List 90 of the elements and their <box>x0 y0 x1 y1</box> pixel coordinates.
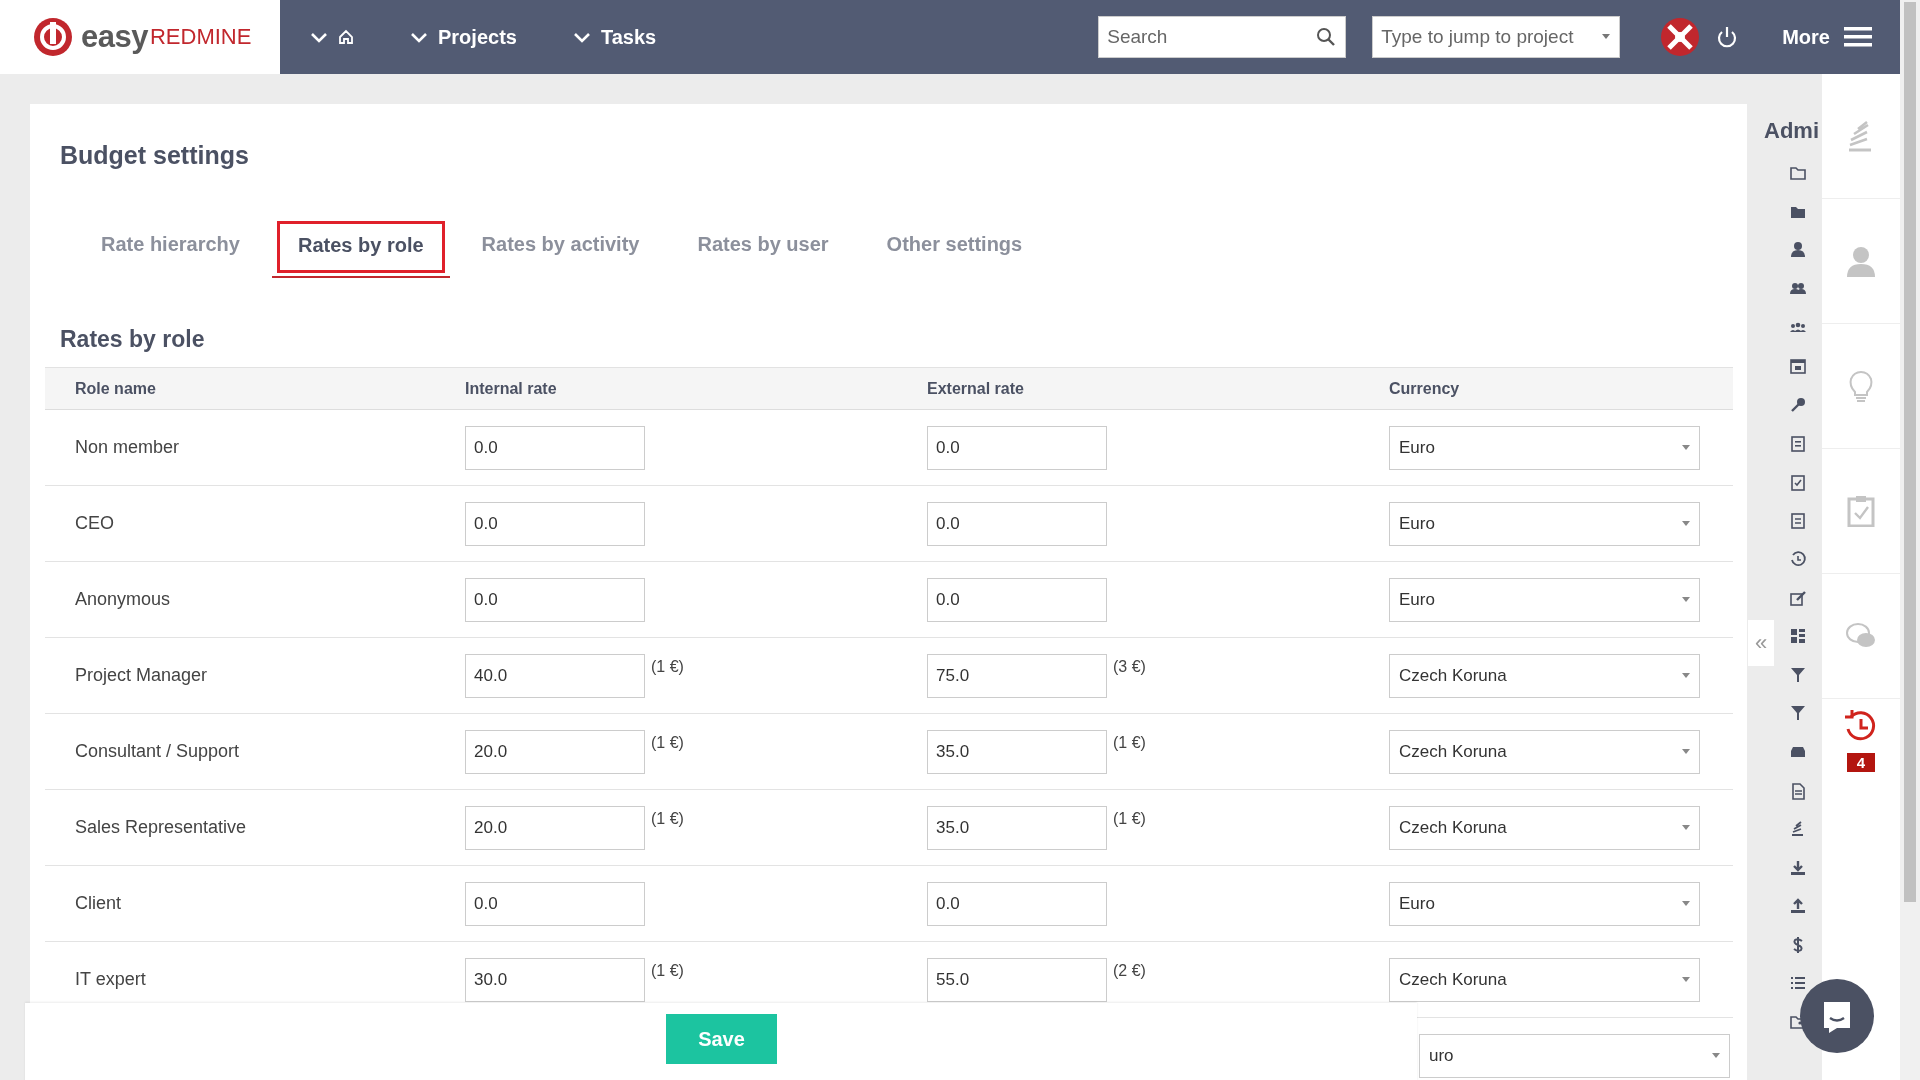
rate-input[interactable]: 0.0 <box>927 501 1107 546</box>
currency-select[interactable]: Euro <box>1389 501 1700 546</box>
rate-input[interactable]: 35.0 <box>927 805 1107 850</box>
upload-icon[interactable] <box>1789 897 1807 916</box>
edit-icon[interactable] <box>1789 588 1807 607</box>
table-cell: Anonymous <box>75 589 171 610</box>
notification-badge: 4 <box>1846 753 1876 772</box>
home-icon[interactable] <box>338 29 354 45</box>
caret-down-icon <box>1682 825 1690 830</box>
rate-note: (1 €) <box>1113 809 1146 828</box>
rate-input[interactable]: 0.0 <box>465 425 645 470</box>
tab[interactable]: Rates by role <box>271 216 450 278</box>
user-icon[interactable] <box>1789 241 1807 260</box>
history-icon[interactable] <box>1789 549 1807 568</box>
filter-icon[interactable] <box>1789 665 1807 684</box>
rate-input[interactable]: 20.0 <box>465 805 645 850</box>
more-menu[interactable]: More <box>1782 25 1830 49</box>
logo-icon <box>33 17 73 57</box>
checklist-icon[interactable] <box>1789 511 1807 530</box>
nav-link[interactable]: Tasks <box>600 25 657 49</box>
logo-brand: REDMINE <box>149 24 252 50</box>
column-header: External rate <box>927 379 1024 398</box>
table-cell: CEO <box>75 513 114 534</box>
currency-select[interactable]: uro <box>1419 1033 1730 1078</box>
caret-down-icon <box>1682 901 1690 906</box>
rate-input[interactable]: 75.0 <box>927 653 1107 698</box>
column-header: Internal rate <box>465 379 557 398</box>
key-icon[interactable] <box>1789 395 1807 414</box>
currency-select[interactable]: Czech Koruna <box>1389 805 1700 850</box>
rate-input[interactable]: 35.0 <box>927 729 1107 774</box>
caret-down-icon <box>1712 1053 1720 1058</box>
table-cell: IT expert <box>75 969 146 990</box>
document-icon[interactable] <box>1789 781 1807 800</box>
rate-note: (1 €) <box>651 657 684 676</box>
rate-input[interactable]: 55.0 <box>927 957 1107 1002</box>
table-cell: Consultant / Support <box>75 741 240 762</box>
avatar-icon[interactable] <box>1660 17 1701 57</box>
page-title: Budget settings <box>59 140 250 170</box>
currency-select[interactable]: Czech Koruna <box>1389 957 1700 1002</box>
caret-down-icon <box>1602 34 1611 40</box>
column-header: Role name <box>75 379 156 398</box>
currency-select[interactable]: Euro <box>1389 577 1700 622</box>
column-header: Currency <box>1389 379 1460 398</box>
currency-select[interactable]: Czech Koruna <box>1389 729 1700 774</box>
rate-input[interactable]: 40.0 <box>465 653 645 698</box>
rate-input[interactable]: 0.0 <box>927 881 1107 926</box>
rate-input[interactable]: 0.0 <box>465 577 645 622</box>
calendar-icon[interactable] <box>1789 356 1807 375</box>
search-field[interactable]: Search <box>1098 16 1347 58</box>
scrollbar[interactable] <box>1900 0 1920 1080</box>
rate-note: (1 €) <box>651 809 684 828</box>
rate-note: (1 €) <box>1113 733 1146 752</box>
table-cell: Non member <box>75 437 180 458</box>
rate-note: (1 €) <box>651 961 684 980</box>
table-cell: Client <box>75 893 122 914</box>
filter-icon[interactable] <box>1789 704 1807 723</box>
table-cell: Project Manager <box>75 665 208 686</box>
rate-input[interactable]: 30.0 <box>465 957 645 1002</box>
currency-select[interactable]: Czech Koruna <box>1389 653 1700 698</box>
rate-note: (1 €) <box>651 733 684 752</box>
power-icon[interactable] <box>1716 26 1739 48</box>
caret-down-icon <box>1682 445 1690 450</box>
admin-title: Admi <box>1764 118 1819 144</box>
currency-select[interactable]: Euro <box>1389 881 1700 926</box>
caret-down-icon <box>1682 521 1690 526</box>
caret-down-icon <box>1682 673 1690 678</box>
caret-down-icon <box>1682 977 1690 982</box>
menu-icon[interactable] <box>1844 26 1872 48</box>
caret-down-icon <box>1682 749 1690 754</box>
currency-select[interactable]: Euro <box>1389 425 1700 470</box>
folder-icon[interactable] <box>1789 164 1807 182</box>
rate-input[interactable]: 20.0 <box>465 729 645 774</box>
clipboard-check-icon[interactable] <box>1845 495 1877 527</box>
rate-input[interactable]: 0.0 <box>927 577 1107 622</box>
search-icon <box>1316 27 1337 47</box>
clipboard-icon[interactable] <box>1789 434 1807 453</box>
caret-down-icon <box>1682 597 1690 602</box>
section-title: Rates by role <box>60 326 206 353</box>
rate-input[interactable]: 0.0 <box>927 425 1107 470</box>
rate-input[interactable]: 0.0 <box>465 501 645 546</box>
nav-link[interactable]: Projects <box>438 25 517 49</box>
jump-field[interactable]: Type to jump to project <box>1372 16 1621 58</box>
download-icon[interactable] <box>1789 858 1807 877</box>
logo-text: easy <box>81 19 148 55</box>
rate-input[interactable]: 0.0 <box>465 881 645 926</box>
dashboard-icon[interactable] <box>1789 627 1807 646</box>
checklist-icon[interactable] <box>1789 472 1807 491</box>
rate-note: (2 €) <box>1113 961 1146 980</box>
table-cell: Sales Representative <box>75 817 247 838</box>
rate-note: (3 €) <box>1113 657 1146 676</box>
